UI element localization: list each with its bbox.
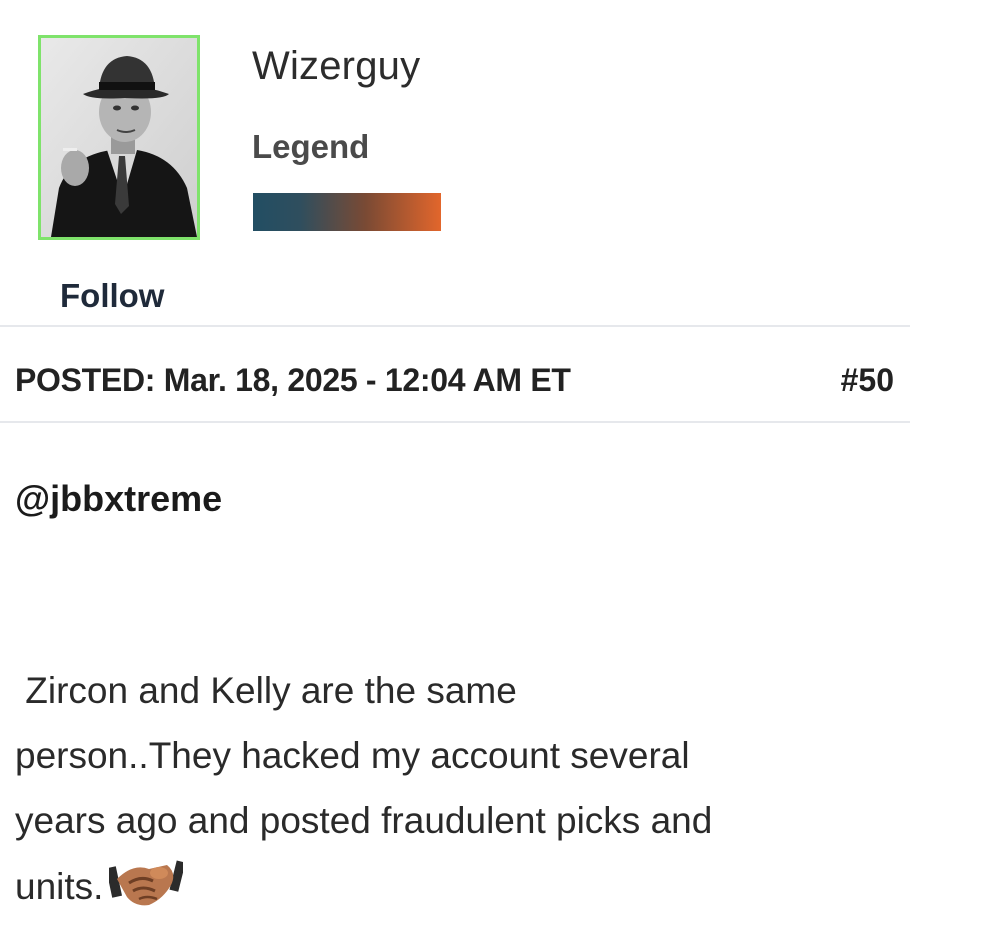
post-timestamp: POSTED: Mar. 18, 2025 - 12:04 AM ET (15, 362, 571, 398)
rank-progress-bar (253, 193, 441, 231)
post-body-line: person..They hacked my account several (15, 735, 690, 776)
forum-post: Wizerguy Legend Follow POSTED: Mar. 18, … (0, 0, 910, 925)
post-number-link[interactable]: #50 (841, 362, 894, 399)
post-body-line: units. (15, 866, 104, 907)
handshake-emoji-icon (106, 853, 186, 929)
avatar-portrait-image (41, 38, 197, 237)
follow-button[interactable]: Follow (60, 277, 164, 315)
post-body-last-line: units. (15, 853, 905, 929)
post-body-line: Zircon and Kelly are the same (15, 670, 517, 711)
divider (0, 421, 910, 423)
post-body: Zircon and Kelly are the same person..Th… (15, 658, 905, 929)
user-avatar[interactable] (38, 35, 200, 240)
user-mention[interactable]: @jbbxtreme (15, 478, 222, 520)
post-body-line: years ago and posted fraudulent picks an… (15, 800, 713, 841)
divider (0, 325, 910, 327)
user-rank: Legend (252, 128, 370, 165)
username[interactable]: Wizerguy (252, 44, 420, 89)
